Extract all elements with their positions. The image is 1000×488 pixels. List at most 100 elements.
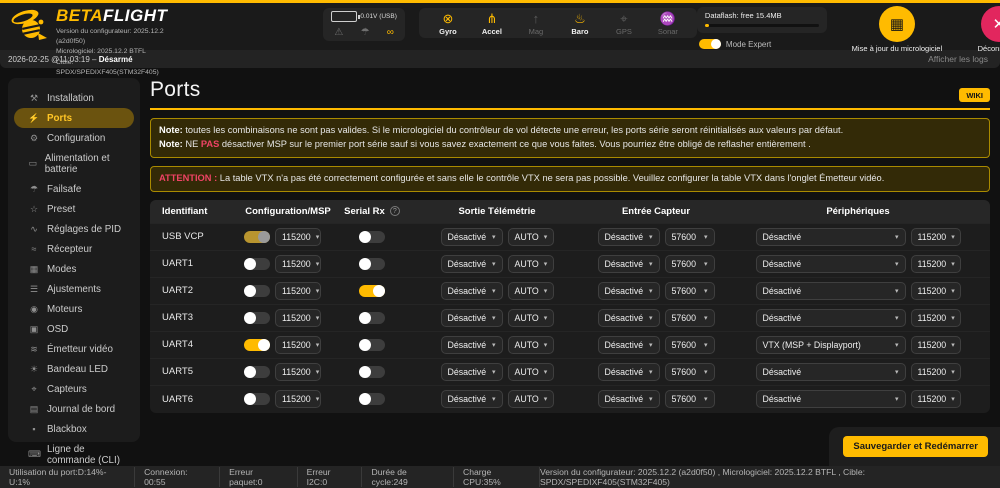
telemetry-select[interactable]: Désactivé▾ [441, 255, 503, 273]
peripherals-select[interactable]: Désactivé▾ [756, 363, 906, 381]
peripherals-select[interactable]: Désactivé▾ [756, 282, 906, 300]
peripherals-baud-select[interactable]: 115200▾ [911, 282, 961, 300]
peripherals-baud-select[interactable]: 115200▾ [911, 336, 961, 354]
peripherals-baud-select[interactable]: 115200▾ [911, 309, 961, 327]
msp-baud-select[interactable]: 115200▾ [275, 255, 321, 273]
save-and-reboot-button[interactable]: Sauvegarder et Redémarrer [843, 436, 988, 457]
sensor-input-select[interactable]: Désactivé▾ [598, 309, 660, 327]
telemetry-select[interactable]: Désactivé▾ [441, 336, 503, 354]
peripherals-baud-select[interactable]: 115200▾ [911, 255, 961, 273]
sidebar-item-blackbox[interactable]: ▪Blackbox [14, 419, 134, 439]
serial-rx-toggle[interactable] [359, 339, 385, 351]
serial-rx-toggle[interactable] [359, 393, 385, 405]
sidebar-item-pid[interactable]: ∿Réglages de PID [14, 219, 134, 239]
telemetry-baud-select[interactable]: AUTO▾ [508, 282, 554, 300]
sensor-baud-select[interactable]: 57600▾ [665, 282, 715, 300]
telemetry-baud-select[interactable]: AUTO▾ [508, 309, 554, 327]
serial-rx-toggle[interactable] [359, 231, 385, 243]
serial-rx-toggle[interactable] [359, 366, 385, 378]
sensor-input-select[interactable]: Désactivé▾ [598, 336, 660, 354]
help-icon[interactable]: ? [390, 206, 400, 216]
msp-baud-select[interactable]: 115200▾ [275, 228, 321, 246]
toggle-knob [244, 366, 256, 378]
sensor-baud-select[interactable]: 57600▾ [665, 390, 715, 408]
msp-toggle[interactable] [244, 339, 270, 351]
peripherals-select[interactable]: Désactivé▾ [756, 228, 906, 246]
telemetry-select[interactable]: Désactivé▾ [441, 309, 503, 327]
msp-toggle[interactable] [244, 258, 270, 270]
sensor-baud-select[interactable]: 57600▾ [665, 309, 715, 327]
sidebar-item-receiver[interactable]: ≈Récepteur [14, 239, 134, 259]
peripherals-cell: Désactivé▾ 115200▾ [726, 363, 990, 381]
peripherals-baud-select[interactable]: 115200▾ [911, 363, 961, 381]
sidebar: ⚒Installation⚡Ports⚙Configuration▭Alimen… [8, 78, 140, 442]
sensor-baud-select[interactable]: 57600▾ [665, 336, 715, 354]
sensor-input-select[interactable]: Désactivé▾ [598, 363, 660, 381]
sidebar-item-configuration[interactable]: ⚙Configuration [14, 128, 134, 148]
sensor-baud-select[interactable]: 57600▾ [665, 363, 715, 381]
sensor-input-select[interactable]: Désactivé▾ [598, 228, 660, 246]
serial-rx-toggle[interactable] [359, 285, 385, 297]
sidebar-item-power[interactable]: ▭Alimentation et batterie [14, 148, 134, 179]
peripherals-cell: VTX (MSP + Displayport)▾ 115200▾ [726, 336, 990, 354]
chevron-down-icon: ▾ [649, 395, 653, 403]
motor-icon: ◉ [28, 304, 40, 315]
accel-icon: ⋔ [477, 12, 507, 26]
peripherals-baud-select[interactable]: 115200▾ [911, 228, 961, 246]
peripherals-select[interactable]: Désactivé▾ [756, 309, 906, 327]
show-logs-link[interactable]: Afficher les logs [928, 54, 988, 64]
telemetry-select[interactable]: Désactivé▾ [441, 228, 503, 246]
sidebar-item-osd[interactable]: ▣OSD [14, 319, 134, 339]
msp-baud-select[interactable]: 115200▾ [275, 309, 321, 327]
sidebar-item-ledstrip[interactable]: ☀Bandeau LED [14, 359, 134, 379]
disconnect-button[interactable]: ✕ Déconnecter [967, 5, 1000, 53]
msp-toggle[interactable] [244, 285, 270, 297]
msp-toggle[interactable] [244, 231, 270, 243]
expert-mode-toggle[interactable] [699, 39, 721, 49]
wiki-button[interactable]: WIKI [959, 88, 990, 102]
sidebar-item-vtx[interactable]: ≋Émetteur vidéo [14, 339, 134, 359]
msp-toggle[interactable] [244, 393, 270, 405]
sidebar-item-ports[interactable]: ⚡Ports [14, 108, 134, 128]
peripherals-select[interactable]: VTX (MSP + Displayport)▾ [756, 336, 906, 354]
msp-baud-select[interactable]: 115200▾ [275, 282, 321, 300]
peripherals-select[interactable]: Désactivé▾ [756, 255, 906, 273]
msp-toggle[interactable] [244, 312, 270, 324]
msp-baud-select[interactable]: 115200▾ [275, 390, 321, 408]
telemetry-baud-select[interactable]: AUTO▾ [508, 255, 554, 273]
sidebar-item-label: Récepteur [47, 244, 92, 255]
sensor-baud-select[interactable]: 57600▾ [665, 255, 715, 273]
telemetry-select[interactable]: Désactivé▾ [441, 363, 503, 381]
telemetry-baud-select[interactable]: AUTO▾ [508, 390, 554, 408]
ports-table-row: UART5115200▾Désactivé▾AUTO▾Désactivé▾576… [150, 359, 990, 386]
peripherals-select[interactable]: Désactivé▾ [756, 390, 906, 408]
sensor-baud-select[interactable]: 57600▾ [665, 228, 715, 246]
sidebar-item-logging[interactable]: ▤Journal de bord [14, 399, 134, 419]
peripherals-baud-select[interactable]: 115200▾ [911, 390, 961, 408]
msp-toggle[interactable] [244, 366, 270, 378]
sidebar-item-sensors[interactable]: ⌖Capteurs [14, 379, 134, 399]
msp-baud-select[interactable]: 115200▾ [275, 336, 321, 354]
sidebar-item-setup[interactable]: ⚒Installation [14, 88, 134, 108]
sensor-input-select[interactable]: Désactivé▾ [598, 255, 660, 273]
sidebar-item-modes[interactable]: ▦Modes [14, 259, 134, 279]
telemetry-select[interactable]: Désactivé▾ [441, 390, 503, 408]
chevron-down-icon: ▾ [316, 368, 320, 376]
telemetry-baud-select[interactable]: AUTO▾ [508, 228, 554, 246]
serial-rx-toggle[interactable] [359, 258, 385, 270]
firmware-flasher-button[interactable]: ▦ Mise à jour du micrologiciel [841, 5, 953, 53]
telemetry-baud-select[interactable]: AUTO▾ [508, 363, 554, 381]
telemetry-baud-select[interactable]: AUTO▾ [508, 336, 554, 354]
sidebar-item-preset[interactable]: ☆Preset [14, 199, 134, 219]
telemetry-select[interactable]: Désactivé▾ [441, 282, 503, 300]
sliders-icon: ☰ [28, 284, 40, 295]
sensor-input-select[interactable]: Désactivé▾ [598, 390, 660, 408]
msp-baud-select[interactable]: 115200▾ [275, 363, 321, 381]
sidebar-item-failsafe[interactable]: ☂Failsafe [14, 179, 134, 199]
sidebar-item-motors[interactable]: ◉Moteurs [14, 299, 134, 319]
sensor-input-select[interactable]: Désactivé▾ [598, 282, 660, 300]
chevron-down-icon: ▾ [649, 287, 653, 295]
serial-rx-toggle[interactable] [359, 312, 385, 324]
sidebar-item-adjustments[interactable]: ☰Ajustements [14, 279, 134, 299]
chevron-down-icon: ▾ [895, 287, 899, 295]
